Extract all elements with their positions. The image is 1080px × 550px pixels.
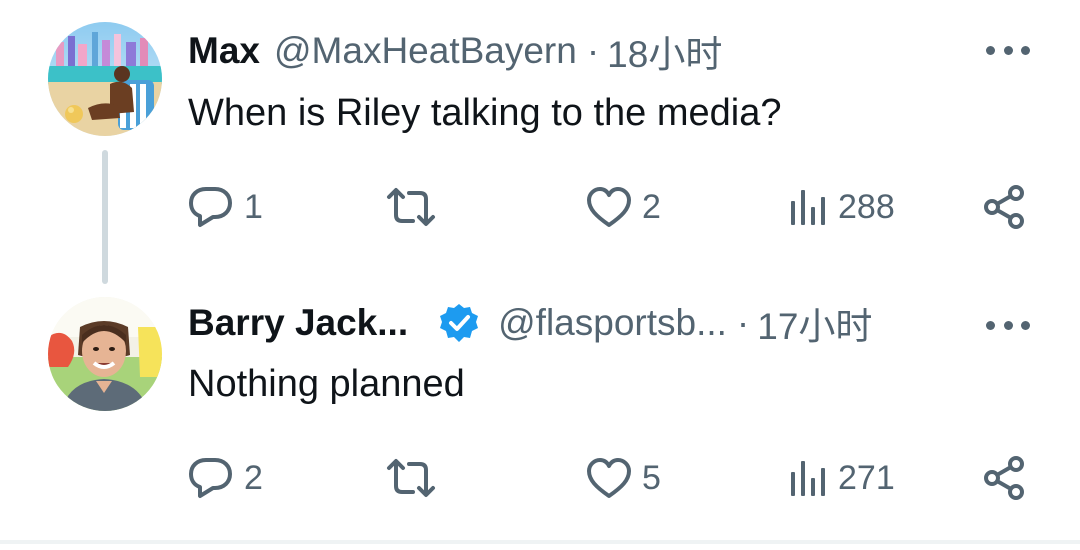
timestamp[interactable]: 18小时 xyxy=(607,24,722,78)
reply-icon xyxy=(188,456,234,500)
author-name[interactable]: Max xyxy=(188,30,260,72)
reply-button[interactable]: 2 xyxy=(188,453,263,503)
retweet-button[interactable] xyxy=(385,453,447,503)
like-button[interactable]: 2 xyxy=(586,182,661,232)
views-button[interactable]: 288 xyxy=(788,182,895,232)
reply-icon xyxy=(188,185,234,229)
tweet-header: Barry Jack... @flasportsb... · 17小时 xyxy=(188,298,872,348)
retweet-icon xyxy=(385,185,437,229)
retweet-button[interactable] xyxy=(385,182,447,232)
reply-count: 1 xyxy=(244,187,263,226)
views-icon xyxy=(788,458,828,498)
share-button[interactable] xyxy=(983,453,1029,503)
heart-icon xyxy=(586,186,632,228)
avatar[interactable] xyxy=(48,297,162,411)
author-handle[interactable]: @MaxHeatBayern xyxy=(274,30,577,72)
verified-badge-icon xyxy=(438,302,480,344)
tweet[interactable]: Barry Jack... @flasportsb... · 17小时 Noth… xyxy=(0,275,1080,550)
share-button[interactable] xyxy=(983,182,1029,232)
views-button[interactable]: 271 xyxy=(788,453,895,503)
like-count: 2 xyxy=(642,187,661,226)
action-bar: 2 5 271 xyxy=(0,453,1080,503)
separator-dot: · xyxy=(736,302,750,343)
view-count: 271 xyxy=(838,458,895,497)
tweet-header: Max @MaxHeatBayern · 18小时 xyxy=(188,26,722,76)
share-icon xyxy=(983,455,1029,501)
author-name[interactable]: Barry Jack... xyxy=(188,302,408,344)
timestamp[interactable]: 17小时 xyxy=(757,296,872,350)
avatar[interactable] xyxy=(48,22,162,136)
tweet[interactable]: Max @MaxHeatBayern · 18小时 When is Riley … xyxy=(0,0,1080,284)
like-count: 5 xyxy=(642,458,661,497)
reply-button[interactable]: 1 xyxy=(188,182,263,232)
action-bar: 1 2 288 xyxy=(0,182,1080,232)
author-handle[interactable]: @flasportsb... xyxy=(498,302,727,344)
tweet-text: Nothing planned xyxy=(188,363,465,405)
more-icon[interactable] xyxy=(986,40,1030,60)
reply-count: 2 xyxy=(244,458,263,497)
tweet-text: When is Riley talking to the media? xyxy=(188,92,782,134)
more-icon[interactable] xyxy=(986,315,1030,335)
share-icon xyxy=(983,184,1029,230)
separator-dot: · xyxy=(586,30,600,71)
heart-icon xyxy=(586,457,632,499)
reply-thread: Max @MaxHeatBayern · 18小时 When is Riley … xyxy=(0,0,1080,550)
view-count: 288 xyxy=(838,187,895,226)
views-icon xyxy=(788,187,828,227)
like-button[interactable]: 5 xyxy=(586,453,661,503)
divider xyxy=(0,540,1080,544)
retweet-icon xyxy=(385,456,437,500)
